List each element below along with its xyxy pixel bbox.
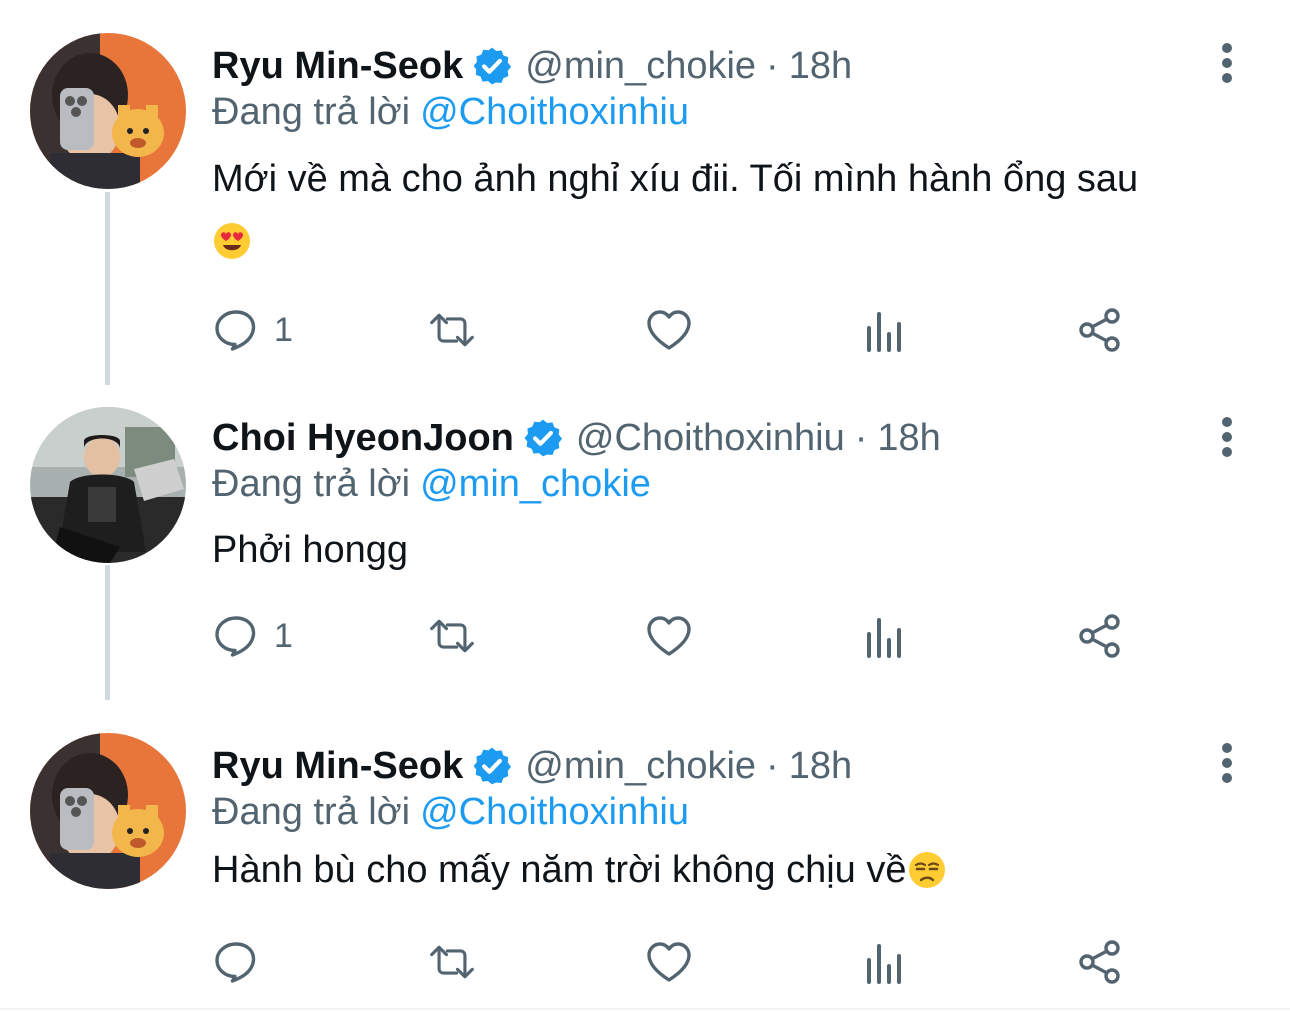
verified-badge-icon [471, 745, 513, 787]
reply-count: 1 [274, 616, 293, 655]
like-button[interactable] [645, 305, 693, 355]
timestamp[interactable]: 18h [789, 745, 852, 788]
tweet-header: Choi HyeonJoon @Choithoxinhiu · 18h [212, 414, 941, 462]
display-name[interactable]: Ryu Min-Seok [212, 45, 463, 88]
more-options-icon[interactable] [1212, 40, 1242, 86]
heart-icon [645, 938, 693, 986]
tweet-text: Mới về mà cho ảnh nghỉ xíu đii. Tối mình… [212, 148, 1252, 272]
tweet[interactable]: Ryu Min-Seok @min_chokie · 18h Đang trả … [0, 0, 1290, 385]
heart-icon [645, 612, 693, 660]
display-name[interactable]: Ryu Min-Seok [212, 745, 463, 788]
user-handle[interactable]: @min_chokie [525, 45, 756, 88]
separator-dot: · [766, 44, 779, 87]
tweet-text: Hành bù cho mấy năm trời không chịu về [212, 839, 1252, 901]
share-icon [1076, 612, 1124, 660]
separator-dot: · [766, 744, 779, 787]
user-handle[interactable]: @Choithoxinhiu [576, 417, 845, 460]
heart-eyes-emoji [212, 221, 252, 261]
heart-icon [645, 306, 693, 354]
like-button[interactable] [645, 611, 693, 661]
like-button[interactable] [645, 937, 693, 987]
mention-link[interactable]: @Choithoxinhiu [420, 91, 689, 133]
reply-icon [212, 612, 260, 660]
share-button[interactable] [1076, 611, 1124, 661]
avatar[interactable] [30, 407, 186, 563]
reply-icon [212, 938, 260, 986]
tweet-text-content: Phởi hongg [212, 529, 409, 571]
tweet-text-content: Mới về mà cho ảnh nghỉ xíu đii. Tối mình… [212, 158, 1139, 200]
tweet-header: Ryu Min-Seok @min_chokie · 18h [212, 42, 852, 90]
replying-to: Đang trả lời @Choithoxinhiu [212, 91, 689, 137]
verified-badge-icon [471, 45, 513, 87]
tweet-text-content: Hành bù cho mấy năm trời không chịu về [212, 849, 907, 891]
views-bar-chart-icon [861, 612, 909, 660]
views-bar-chart-icon [861, 306, 909, 354]
tweet-thread: Ryu Min-Seok @min_chokie · 18h Đang trả … [0, 0, 1290, 1011]
more-options-icon[interactable] [1212, 414, 1242, 460]
retweet-icon [428, 938, 476, 986]
retweet-button[interactable] [428, 937, 476, 987]
tweet-text: Phởi hongg [212, 519, 1252, 581]
verified-badge-icon [522, 417, 564, 459]
tweet-header: Ryu Min-Seok @min_chokie · 18h [212, 742, 852, 790]
retweet-icon [428, 306, 476, 354]
mention-link[interactable]: @min_chokie [420, 463, 651, 505]
reply-count: 1 [274, 310, 293, 349]
tweet-actions: 1 [0, 611, 1290, 661]
mention-link[interactable]: @Choithoxinhiu [420, 791, 689, 833]
avatar[interactable] [30, 33, 186, 189]
more-options-icon[interactable] [1212, 740, 1242, 786]
retweet-button[interactable] [428, 611, 476, 661]
replying-to-label: Đang trả lời [212, 91, 411, 133]
views-bar-chart-icon [861, 938, 909, 986]
share-button[interactable] [1076, 305, 1124, 355]
retweet-button[interactable] [428, 305, 476, 355]
user-handle[interactable]: @min_chokie [525, 745, 756, 788]
unamused-face-emoji [907, 850, 947, 890]
separator-dot: · [854, 416, 868, 459]
share-icon [1076, 938, 1124, 986]
views-button[interactable] [861, 611, 909, 661]
timestamp[interactable]: 18h [789, 45, 852, 88]
replying-to: Đang trả lời @min_chokie [212, 463, 651, 509]
retweet-icon [428, 612, 476, 660]
timestamp[interactable]: 18h [877, 417, 940, 460]
reply-button[interactable]: 1 [212, 305, 293, 355]
share-button[interactable] [1076, 937, 1124, 987]
tweet-actions: 1 [0, 305, 1290, 355]
tweet[interactable]: Choi HyeonJoon @Choithoxinhiu · 18h Đang… [0, 385, 1290, 700]
views-button[interactable] [861, 305, 909, 355]
replying-to-label: Đang trả lời [212, 791, 411, 833]
reply-button[interactable]: 1 [212, 611, 293, 661]
share-icon [1076, 306, 1124, 354]
reply-button[interactable] [212, 937, 274, 987]
tweet[interactable]: Ryu Min-Seok @min_chokie · 18h Đang trả … [0, 700, 1290, 1011]
thread-connector [105, 192, 110, 385]
tweet-actions [0, 937, 1290, 987]
divider [0, 1008, 1290, 1010]
display-name[interactable]: Choi HyeonJoon [212, 417, 514, 460]
replying-to-label: Đang trả lời [212, 463, 411, 505]
views-button[interactable] [861, 937, 909, 987]
reply-icon [212, 306, 260, 354]
avatar[interactable] [30, 733, 186, 889]
replying-to: Đang trả lời @Choithoxinhiu [212, 791, 689, 837]
